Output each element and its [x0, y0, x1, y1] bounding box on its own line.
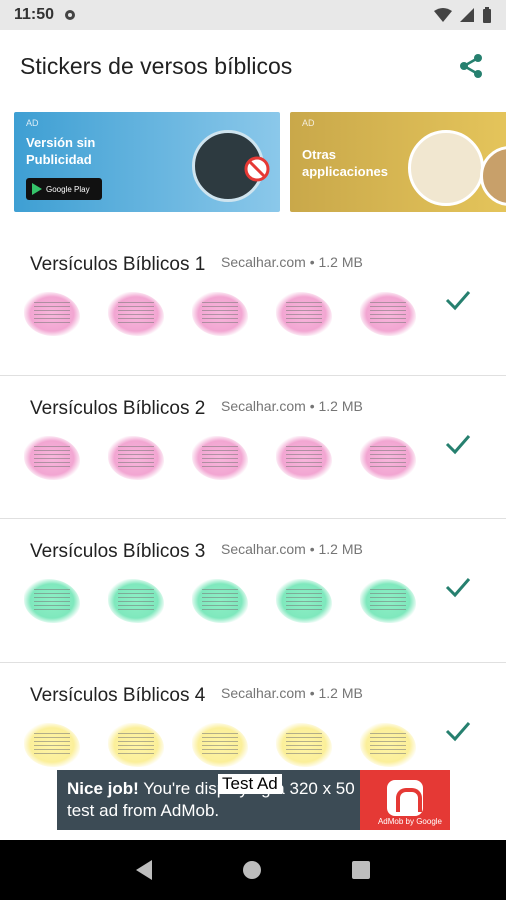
home-icon[interactable] — [242, 861, 261, 879]
check-icon — [445, 434, 471, 454]
sticker-previews — [24, 435, 416, 480]
no-ads-icon — [244, 156, 270, 182]
sticker-preview — [24, 579, 80, 623]
admob-logo-panel: AdMob by Google — [360, 770, 450, 830]
list-item[interactable]: Versículos Bíblicos 2 Secalhar.com • 1.2… — [0, 376, 506, 519]
pack-name: Versículos Bíblicos 3 — [30, 541, 206, 562]
page-title: Stickers de versos bíblicos — [20, 52, 293, 79]
sticker-preview — [276, 579, 332, 623]
no-ads-banner[interactable]: AD Versión sin Publicidad Google Play — [14, 112, 280, 212]
banner-title: Versión sin Publicidad — [26, 134, 95, 168]
banner-title: Otras applicaciones — [302, 146, 388, 180]
sticker-preview — [108, 579, 164, 623]
sticker-previews — [24, 292, 416, 336]
list-item[interactable]: Versículos Bíblicos 1 Secalhar.com • 1.2… — [0, 232, 506, 376]
sticker-previews — [24, 579, 416, 623]
google-play-badge[interactable]: Google Play — [26, 178, 102, 200]
sticker-preview — [276, 722, 332, 767]
system-nav-bar — [0, 840, 506, 900]
sticker-preview — [108, 292, 164, 336]
admob-logo-icon — [387, 780, 423, 816]
pack-meta: Secalhar.com • 1.2 MB — [221, 254, 363, 270]
settings-gear-icon — [65, 10, 76, 20]
pack-name: Versículos Bíblicos 1 — [30, 254, 206, 275]
sticker-preview — [360, 435, 416, 480]
test-ad-label: Test Ad — [218, 774, 282, 794]
sticker-preview — [24, 722, 80, 767]
list-item[interactable]: Versículos Bíblicos 3 Secalhar.com • 1.2… — [0, 519, 506, 663]
pack-meta: Secalhar.com • 1.2 MB — [221, 541, 363, 557]
ad-tag: AD — [302, 118, 315, 128]
back-icon[interactable] — [135, 860, 152, 880]
sticker-preview — [108, 722, 164, 767]
admob-brand: AdMob by Google — [377, 817, 442, 826]
check-icon — [445, 291, 471, 311]
banner-line-1: Versión sin — [26, 135, 96, 150]
other-apps-banner[interactable]: AD Otras applicaciones — [290, 112, 506, 212]
sticker-preview — [24, 292, 80, 336]
sticker-preview — [192, 435, 248, 480]
status-bar: 11:50 — [0, 0, 506, 30]
wifi-icon — [434, 8, 452, 22]
recents-icon[interactable] — [352, 861, 371, 879]
share-icon[interactable] — [456, 51, 486, 81]
promo-banners: AD Versión sin Publicidad Google Play AD… — [14, 112, 506, 212]
app-icon-partial — [480, 146, 506, 206]
pack-meta: Secalhar.com • 1.2 MB — [221, 684, 363, 701]
sticker-previews — [24, 722, 416, 767]
battery-icon — [483, 7, 491, 23]
sticker-preview — [192, 579, 248, 623]
sticker-preview — [24, 435, 80, 480]
pack-name: Versículos Bíblicos 2 — [30, 397, 206, 419]
ad-message: Nice job! You're displaying a 320 x 50 t… — [67, 778, 367, 822]
sticker-preview — [192, 292, 248, 336]
banner-line-2: applicaciones — [302, 164, 388, 179]
ad-tag: AD — [26, 118, 39, 128]
banner-line-2: Publicidad — [26, 152, 92, 167]
signal-icon — [460, 8, 474, 22]
praying-hands-icon — [408, 130, 484, 206]
sticker-preview — [108, 435, 164, 480]
pack-meta: Secalhar.com • 1.2 MB — [221, 397, 363, 414]
sticker-preview — [192, 722, 248, 767]
check-icon — [445, 721, 471, 741]
sticker-pack-list: Versículos Bíblicos 1 Secalhar.com • 1.2… — [0, 232, 506, 806]
sticker-preview — [360, 579, 416, 623]
sticker-preview — [360, 292, 416, 336]
app-bar: Stickers de versos bíblicos — [0, 30, 506, 102]
banner-line-1: Otras — [302, 147, 336, 162]
sticker-preview — [276, 292, 332, 336]
sticker-preview — [360, 722, 416, 767]
sticker-preview — [276, 435, 332, 480]
check-icon — [445, 578, 471, 598]
ad-message-bold: Nice job! — [67, 779, 139, 798]
pack-name: Versículos Bíblicos 4 — [30, 684, 206, 706]
status-time: 11:50 — [14, 6, 55, 23]
